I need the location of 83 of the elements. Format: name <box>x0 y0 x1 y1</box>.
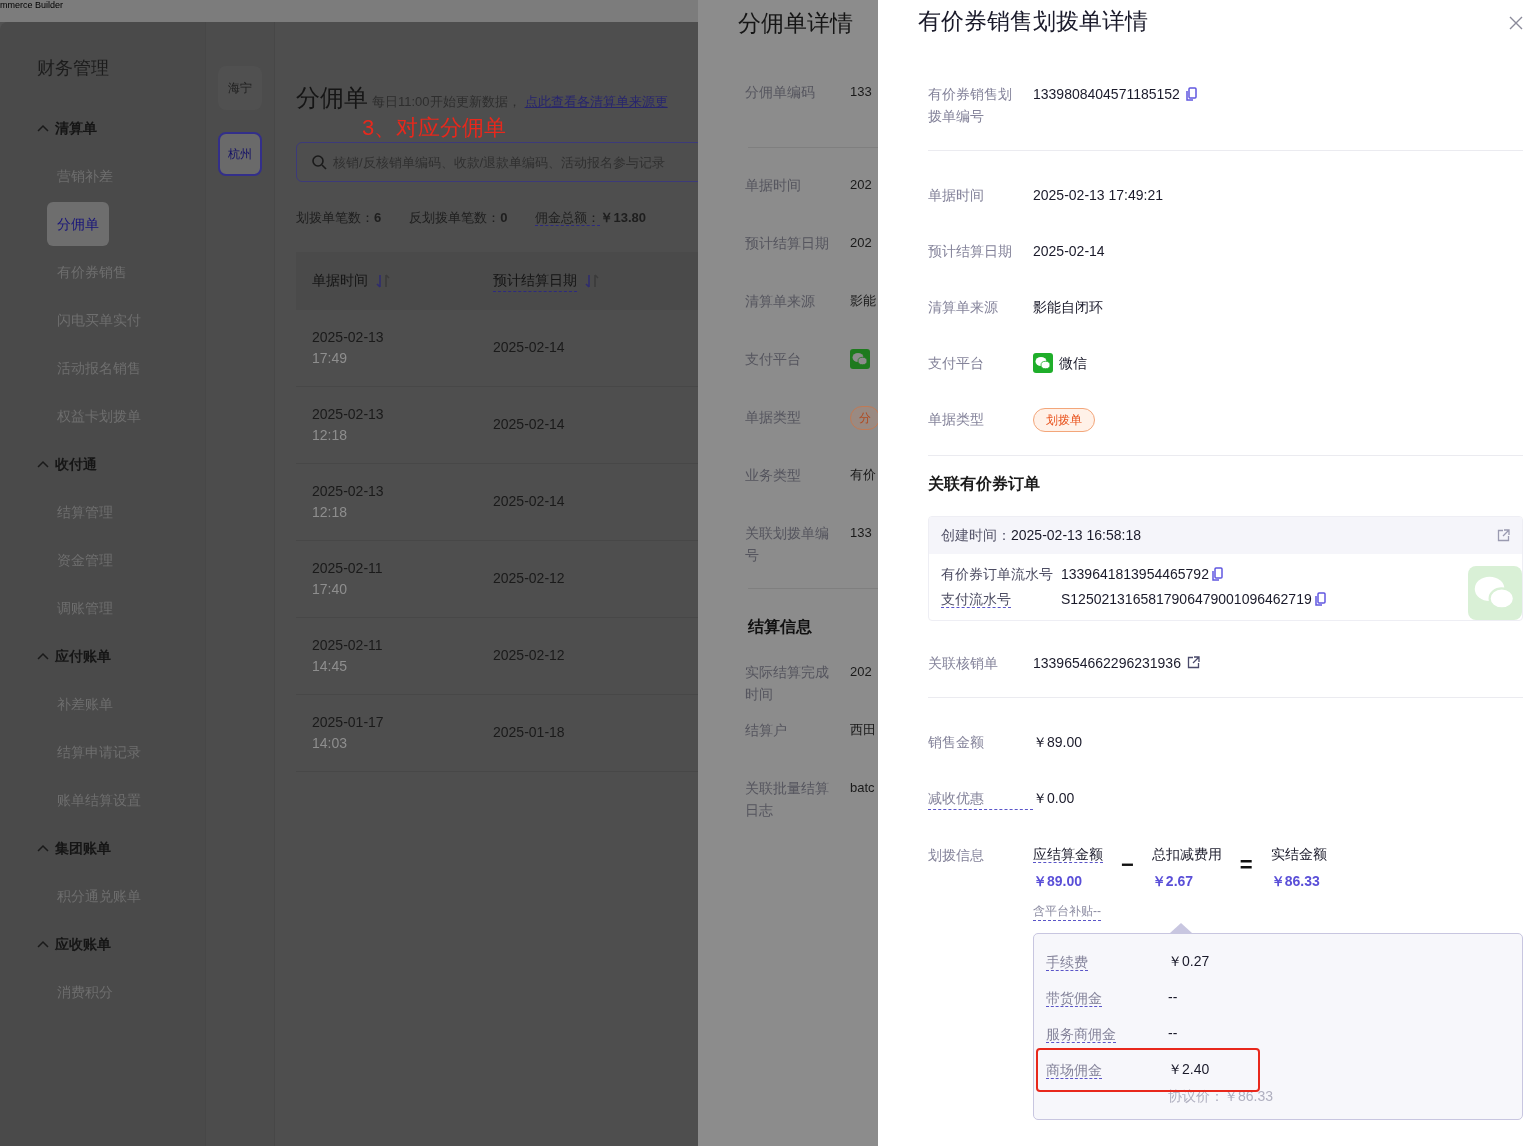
term-value: ￥2.67 <box>1151 871 1195 891</box>
caret-up-icon[interactable] <box>37 460 49 468</box>
sidebar-item[interactable]: 分佣单 <box>47 202 109 246</box>
copy-icon[interactable] <box>1185 86 1197 101</box>
field-value: 2025-02-13 17:49:21 <box>1033 185 1163 205</box>
field-label: 支付流水号 <box>941 590 1011 608</box>
caret-up-icon[interactable] <box>37 124 49 132</box>
created-time: 2025-02-13 16:58:18 <box>1011 526 1141 543</box>
page-title: 分佣单 <box>296 83 368 113</box>
field-value: S1250213165817906479001096462719 <box>1061 589 1312 609</box>
drawer-title: 有价券销售划拨单详情 <box>918 7 1148 36</box>
field-value: 有价 <box>850 465 876 484</box>
subsidy-note: 含平台补贴-- <box>1033 901 1101 921</box>
caret-up-icon[interactable] <box>37 940 49 948</box>
field-value: 133 <box>850 82 872 101</box>
term-label: 应结算金额 <box>1033 845 1103 863</box>
table-cell-text: 17:40 <box>312 579 349 599</box>
term-label: 总扣减费用 <box>1151 845 1222 862</box>
field-label: 减收优惠 <box>928 786 1033 810</box>
breakdown-value: ￥2.40 <box>1168 1060 1210 1079</box>
field-label: 划拨信息 <box>928 845 985 865</box>
copy-icon[interactable] <box>1212 567 1224 581</box>
copy-icon[interactable] <box>1315 592 1327 606</box>
close-icon <box>1509 16 1523 31</box>
term-value: ￥89.00 <box>1033 871 1084 891</box>
field-label: 单据类型 <box>928 409 985 429</box>
drawer-title: 分佣单详情 <box>738 9 854 38</box>
field-value: 2025-02-14 <box>1033 241 1105 261</box>
field-value: 202 <box>850 233 872 252</box>
store-tab[interactable]: 杭州 <box>218 132 262 176</box>
field-label: 清算单来源 <box>928 297 999 317</box>
chat-bubbles-icon <box>1468 565 1522 620</box>
term-label: 实结金额 <box>1270 845 1327 862</box>
field-label: 销售金额 <box>928 732 985 752</box>
field-value: 影能自闭环 <box>1033 297 1103 317</box>
external-link-icon[interactable] <box>1186 656 1200 669</box>
field-value: 1339641813954465792 <box>1061 564 1209 584</box>
breakdown-label: 手续费 <box>1046 953 1088 971</box>
field-value: 202 <box>850 662 872 681</box>
field-value: batc <box>850 778 875 797</box>
type-tag: 划拨单 <box>1033 407 1095 432</box>
chat-bubbles-icon <box>850 349 870 370</box>
table-cell-text: 14:45 <box>312 656 349 676</box>
type-tag: 分 <box>850 405 878 430</box>
field-value: 202 <box>850 175 872 194</box>
field-value: 1339654662296231936 <box>1033 653 1181 673</box>
field-label: 有价券订单流水号 <box>941 565 1053 582</box>
field-value: 微信 <box>1059 353 1087 373</box>
breakdown-value: -- <box>1168 1024 1178 1043</box>
field-value: 133 <box>850 523 872 542</box>
table-cell-text: 17:49 <box>312 348 349 368</box>
field-label: 有价券销售划拨单编号 <box>928 84 1013 126</box>
created-label: 创建时间： <box>941 526 1011 543</box>
table-cell-text: 12:18 <box>312 425 349 445</box>
field-value: 西田 <box>850 720 876 739</box>
operator: − <box>1121 853 1134 876</box>
search-icon <box>312 155 327 170</box>
field-value: 1339808404571185152 <box>1033 84 1180 104</box>
field-label: 关联核销单 <box>928 653 999 673</box>
field-label: 预计结算日期 <box>928 241 1013 261</box>
breakdown-value: -- <box>1168 988 1178 1007</box>
section-title: 结算信息 <box>748 616 813 637</box>
breakdown-label: 商场佣金 <box>1046 1061 1102 1079</box>
window-title: mmerce Builder <box>0 0 698 22</box>
field-value: ￥0.00 <box>1033 788 1075 808</box>
field-label: 支付平台 <box>928 353 985 373</box>
section-title: 关联有价券订单 <box>928 473 1041 494</box>
operator: = <box>1239 853 1253 876</box>
term-value: ￥86.33 <box>1270 871 1321 891</box>
sort-icon[interactable] <box>585 273 599 288</box>
caret-up-icon[interactable] <box>37 652 49 660</box>
annotation-text: 3、对应分佣单 <box>362 117 507 139</box>
table-cell-text: 12:18 <box>312 502 349 522</box>
table-cell-text: 14:03 <box>312 733 349 753</box>
field-value: ￥89.00 <box>1033 732 1083 752</box>
field-value: 影能 <box>850 291 876 310</box>
sort-icon[interactable] <box>376 273 390 288</box>
breakdown-label: 服务商佣金 <box>1046 1025 1116 1043</box>
chat-bubbles-icon <box>1033 352 1053 373</box>
breakdown-label: 带货佣金 <box>1046 989 1102 1007</box>
breakdown-value: ￥0.27 <box>1168 952 1210 971</box>
field-label: 单据时间 <box>928 185 985 205</box>
caret-up-icon[interactable] <box>37 844 49 852</box>
